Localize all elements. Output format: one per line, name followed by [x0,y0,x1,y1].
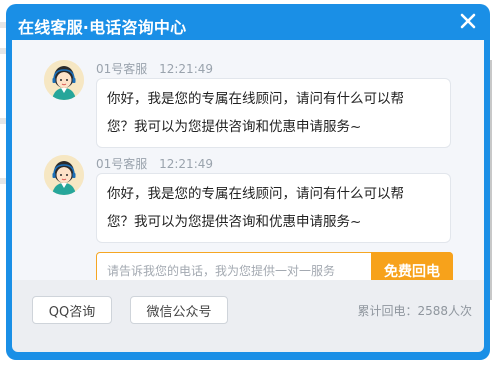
agent-avatar-icon [44,155,84,195]
message-time: 12:21:49 [159,62,214,76]
message-bubble: 你好，我是您的专属在线顾问，请问有什么可以帮 您？我可以为您提供咨询和优惠申请服… [96,78,451,148]
message-meta: 01号客服 12:21:49 [96,155,213,172]
message-time: 12:21:49 [159,157,214,171]
message-text-line: 您？我可以为您提供咨询和优惠申请服务~ [107,119,362,135]
chat-title: 在线客服·电话咨询中心 [18,18,187,37]
message-sender: 01号客服 [96,157,148,171]
close-icon[interactable] [458,11,478,31]
qq-consult-button[interactable]: QQ咨询 [32,296,112,324]
wechat-account-button[interactable]: 微信公众号 [130,296,228,324]
chat-body: 01号客服 12:21:49 你好，我是您的专属在线顾问，请问有什么可以帮 您？… [12,40,484,290]
chat-widget: 在线客服·电话咨询中心 01号客服 12:21:49 你好，我是您的专属在线顾问… [6,4,490,360]
callback-total: 累计回电：2588人次 [357,304,472,318]
message-text-line: 您？我可以为您提供咨询和优惠申请服务~ [107,214,362,230]
message-bubble: 你好，我是您的专属在线顾问，请问有什么可以帮 您？我可以为您提供咨询和优惠申请服… [96,173,451,243]
message-sender: 01号客服 [96,62,148,76]
chat-footer: QQ咨询 微信公众号 累计回电：2588人次 [12,280,484,352]
chat-header: 在线客服·电话咨询中心 [6,4,490,42]
message-text-line: 你好，我是您的专属在线顾问，请问有什么可以帮 [107,91,404,107]
agent-avatar-icon [44,60,84,100]
message-meta: 01号客服 12:21:49 [96,60,213,77]
message-text-line: 你好，我是您的专属在线顾问，请问有什么可以帮 [107,186,404,202]
